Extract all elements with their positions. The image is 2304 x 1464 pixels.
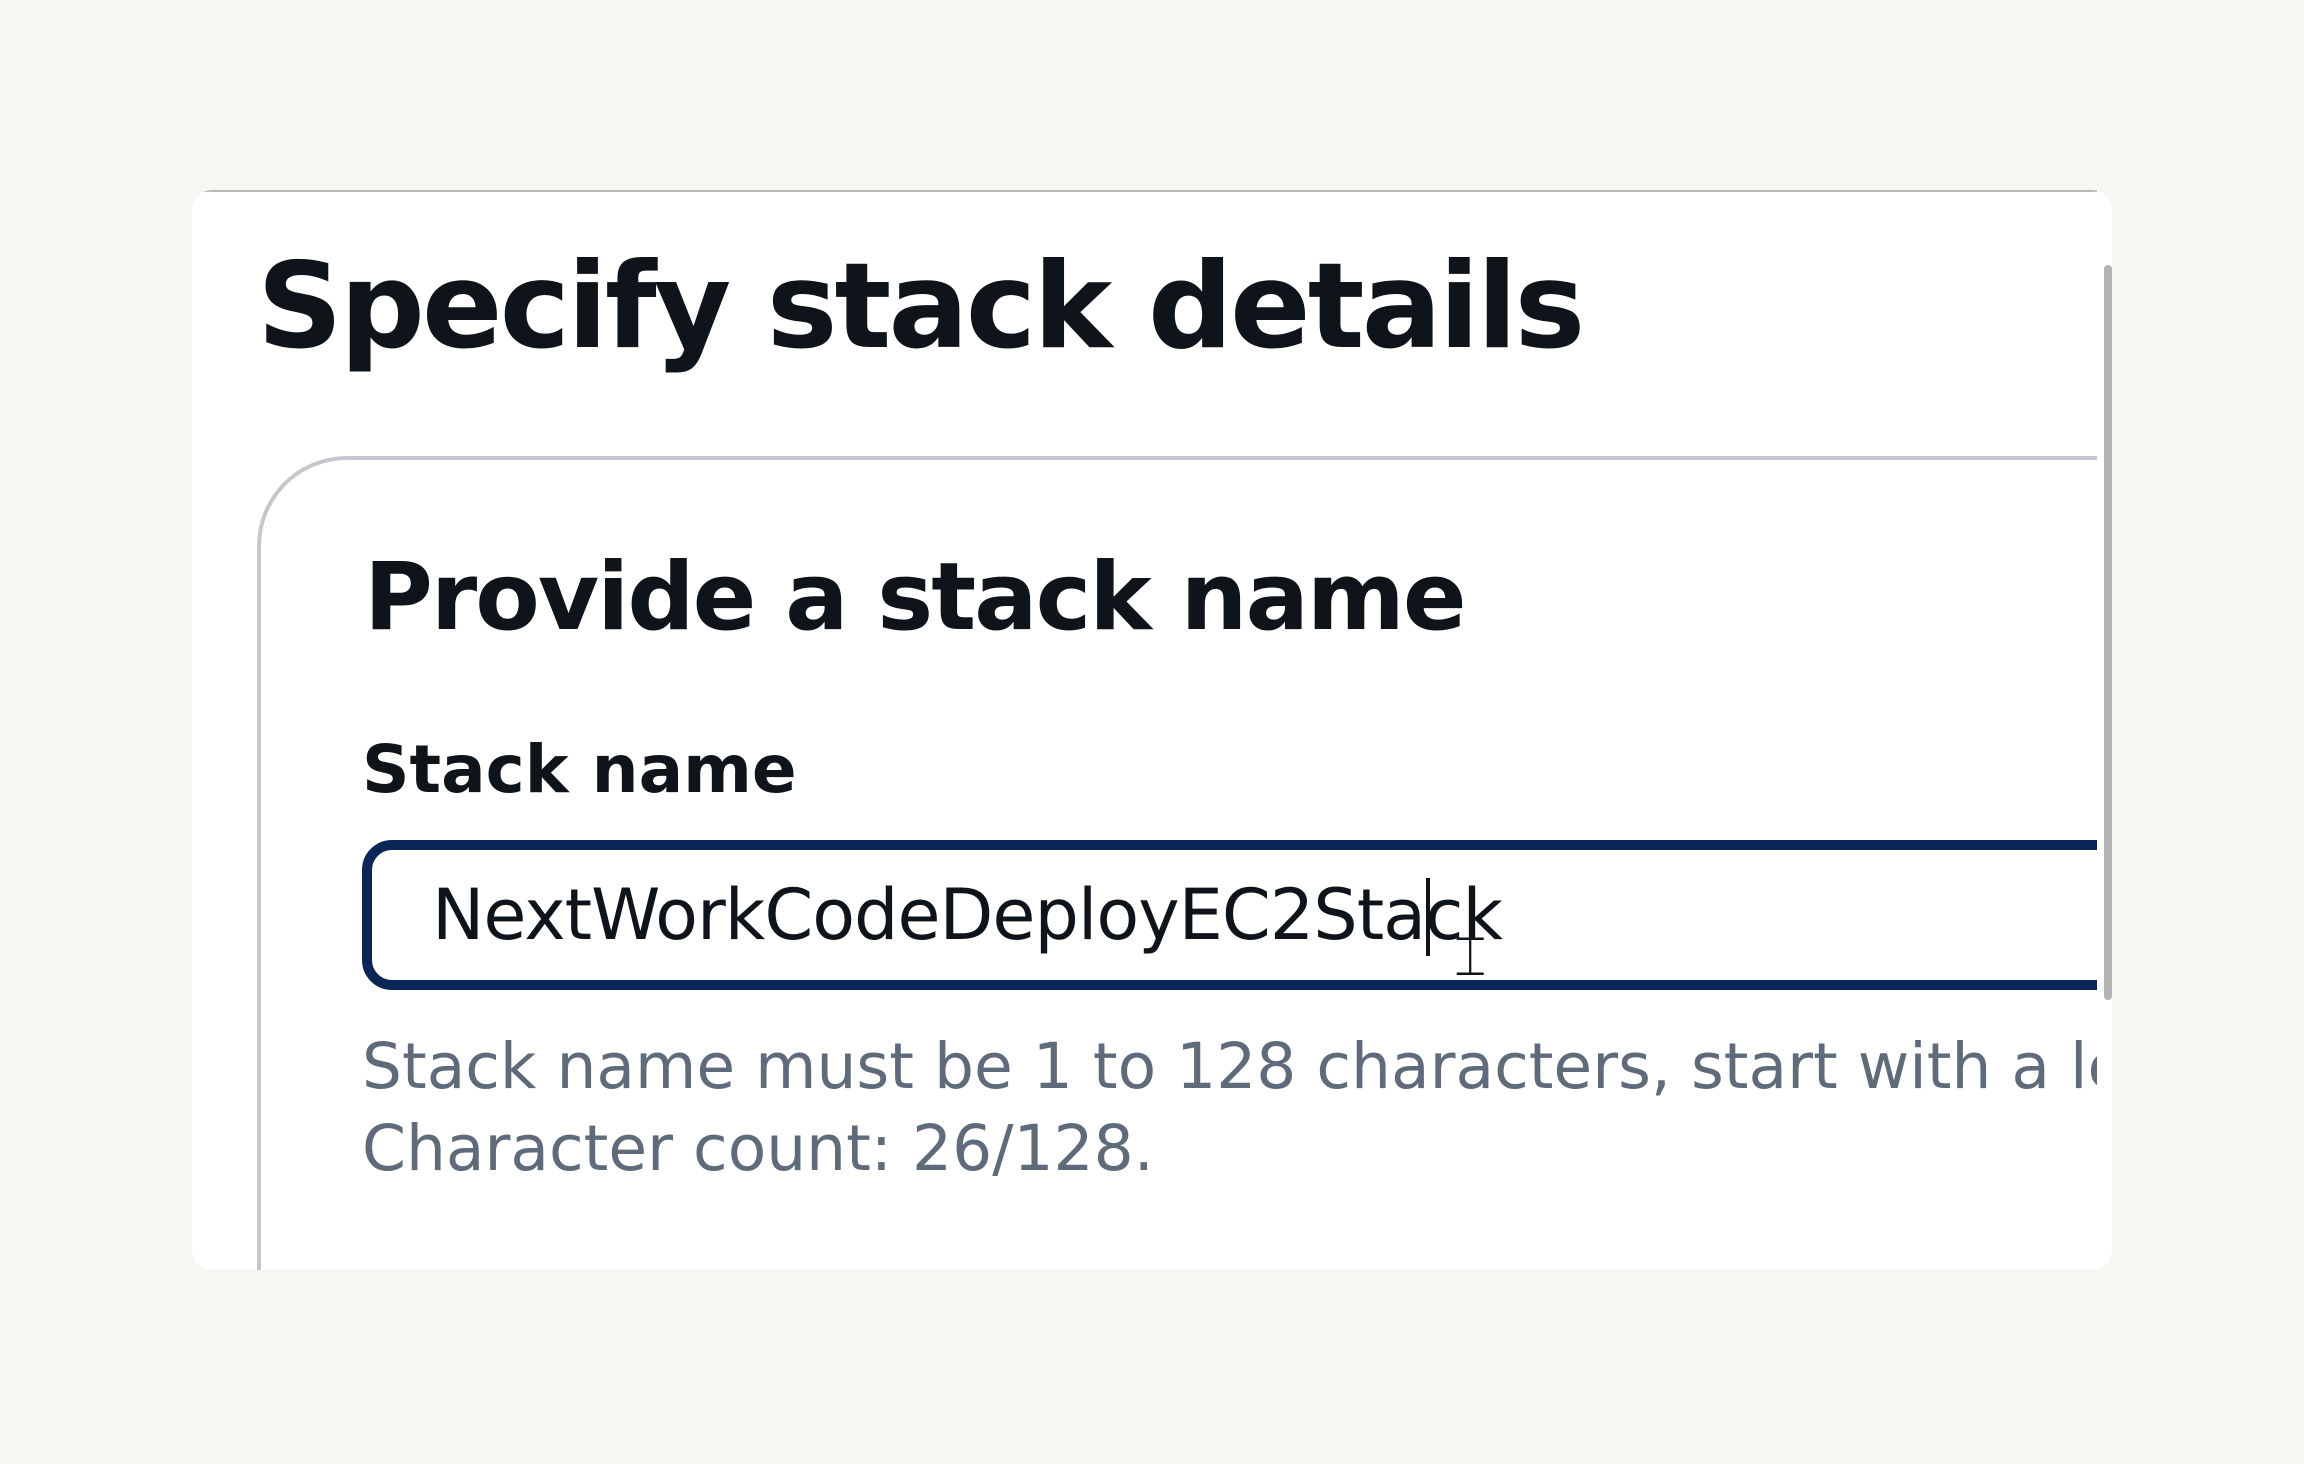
character-count: Character count: 26/128. [362,1112,1154,1185]
text-caret [1426,878,1430,956]
stack-name-input[interactable] [362,840,2112,990]
cloudformation-window: Specify stack details Provide a stack na… [192,190,2112,1270]
ibeam-cursor-icon: ⌶ [1454,925,1487,988]
panel-title: Provide a stack name [364,543,1467,652]
stack-name-label: Stack name [362,731,797,808]
window-top-border [202,190,2112,192]
page-title: Specify stack details [257,238,1585,376]
stack-name-constraint-text: Stack name must be 1 to 128 characters, … [362,1030,2112,1103]
vertical-scrollbar[interactable] [2104,265,2112,1000]
